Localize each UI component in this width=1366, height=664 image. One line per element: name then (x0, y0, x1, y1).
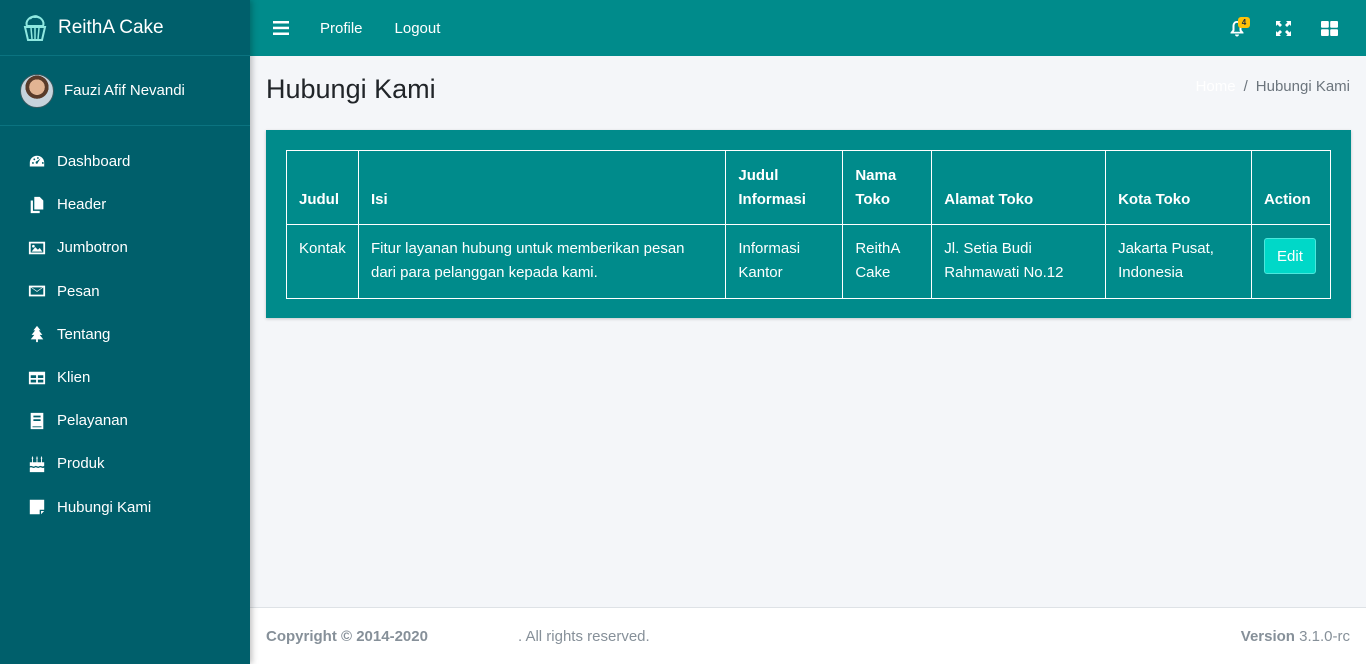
main-footer: Copyright © 2014-2020 . All rights reser… (250, 607, 1366, 664)
breadcrumb-separator: / (1243, 78, 1248, 95)
birthday-cake-icon (27, 454, 47, 474)
column-header-isi: Isi (357, 150, 727, 225)
notification-badge: 4 (1238, 17, 1250, 28)
hamburger-menu-icon[interactable] (273, 21, 295, 35)
column-header-action: Action (1250, 150, 1332, 225)
page-title: Hubungi Kami (266, 74, 436, 104)
cell-nama-toko: ReithA Cake (842, 224, 933, 299)
contact-table: Judul Isi Judul Informasi Nama Toko Alam… (286, 150, 1332, 299)
avatar (20, 73, 54, 108)
sidebar-item-label: Jumbotron (57, 239, 128, 257)
sidebar-item-label: Pelayanan (57, 412, 128, 430)
sidebar-item-hubungi-kami[interactable]: Hubungi Kami (0, 486, 250, 529)
sidebar-item-label: Produk (57, 455, 105, 473)
tachometer-icon (27, 152, 47, 172)
cell-action: Edit (1250, 224, 1332, 299)
column-header-nama-toko: Nama Toko (842, 150, 933, 225)
footer-version-number: 3.1.0-rc (1299, 627, 1350, 645)
sidebar-item-label: Header (57, 196, 107, 214)
sidebar-item-produk[interactable]: Produk (0, 442, 250, 485)
user-panel[interactable]: Fauzi Afif Nevandi (0, 56, 250, 126)
breadcrumb: Home / Hubungi Kami (1196, 78, 1350, 95)
book-icon (27, 411, 47, 431)
navbar-right: 4 (1214, 8, 1352, 48)
sidebar-item-label: Hubungi Kami (57, 498, 152, 516)
nav-profile-link[interactable]: Profile (320, 20, 363, 37)
table-icon (27, 368, 47, 388)
footer-copyright: Copyright © 2014-2020 (266, 627, 428, 645)
user-name: Fauzi Afif Nevandi (64, 82, 185, 99)
contact-card: Judul Isi Judul Informasi Nama Toko Alam… (266, 130, 1351, 318)
sidebar-item-label: Tentang (57, 325, 111, 343)
fullscreen-button[interactable] (1260, 8, 1306, 48)
cupcake-icon (20, 13, 50, 43)
cell-kota-toko: Jakarta Pusat, Indonesia (1105, 224, 1252, 299)
sidebar-item-klien[interactable]: Klien (0, 356, 250, 399)
sidebar-nav: Dashboard Header Jumbotron Pesan Tentang (0, 126, 250, 529)
cell-judul-informasi: Informasi Kantor (725, 224, 844, 299)
th-large-icon (1320, 20, 1338, 36)
sidebar-item-pelayanan[interactable]: Pelayanan (0, 399, 250, 442)
brand-name: ReithA Cake (58, 16, 164, 38)
brand-link[interactable]: ReithA Cake (0, 0, 250, 56)
cell-isi: Fitur layanan hubung untuk memberikan pe… (357, 224, 727, 299)
table-header-row: Judul Isi Judul Informasi Nama Toko Alam… (286, 150, 1332, 225)
tree-icon (27, 324, 47, 344)
nav-logout-link[interactable]: Logout (395, 20, 441, 37)
sidebar-item-label: Klien (57, 369, 91, 387)
sidebar-item-pesan[interactable]: Pesan (0, 270, 250, 313)
column-header-judul: Judul (286, 150, 359, 225)
sidebar-item-jumbotron[interactable]: Jumbotron (0, 226, 250, 269)
sticky-note-icon (27, 497, 47, 517)
cell-alamat-toko: Jl. Setia Budi Rahmawati No.12 (931, 224, 1107, 299)
top-navbar: Profile Logout 4 (250, 0, 1366, 56)
breadcrumb-home-link[interactable]: Home (1196, 78, 1236, 95)
notifications-button[interactable]: 4 (1214, 8, 1260, 48)
table-row: Kontak Fitur layanan hubung untuk member… (286, 224, 1332, 299)
expand-arrows-icon (1275, 20, 1291, 36)
envelope-icon (27, 281, 47, 301)
breadcrumb-current: Hubungi Kami (1255, 78, 1350, 95)
footer-rights: . All rights reserved. (517, 627, 650, 645)
column-header-kota-toko: Kota Toko (1105, 150, 1252, 225)
main-sidebar: ReithA Cake Fauzi Afif Nevandi Dashboard… (0, 0, 250, 664)
sidebar-item-tentang[interactable]: Tentang (0, 313, 250, 356)
sidebar-item-label: Pesan (57, 282, 100, 300)
image-icon (27, 238, 47, 258)
column-header-alamat-toko: Alamat Toko (931, 150, 1107, 225)
sidebar-item-header[interactable]: Header (0, 183, 250, 226)
cell-judul: Kontak (286, 224, 359, 299)
sidebar-item-dashboard[interactable]: Dashboard (0, 140, 250, 183)
copy-icon (27, 195, 47, 215)
footer-version-label: Version (1240, 627, 1295, 645)
edit-button[interactable]: Edit (1263, 238, 1316, 274)
column-header-judul-informasi: Judul Informasi (725, 150, 844, 225)
sidebar-item-label: Dashboard (57, 153, 131, 171)
footer-version: Version 3.1.0-rc (1241, 628, 1350, 645)
control-sidebar-button[interactable] (1306, 8, 1352, 48)
content-wrapper: Hubungi Kami Home / Hubungi Kami Judul I… (250, 56, 1366, 607)
